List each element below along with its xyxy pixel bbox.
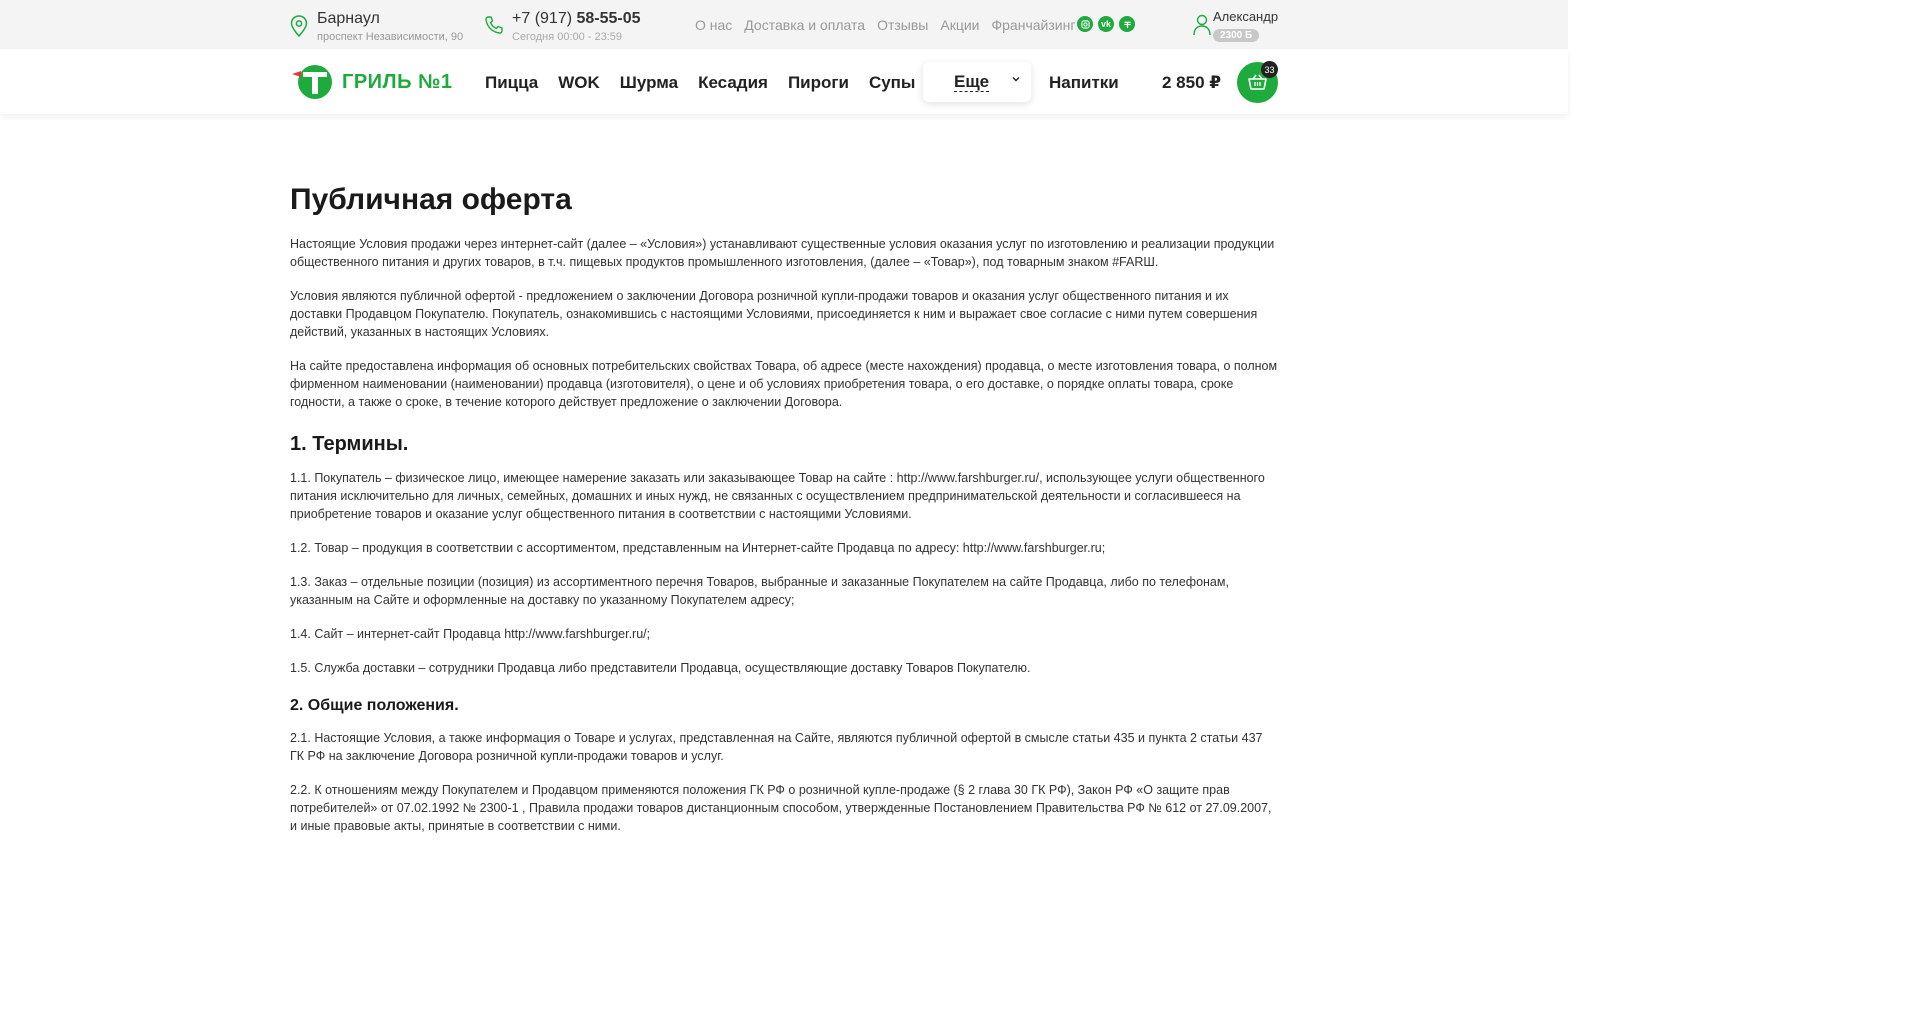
link-promotions[interactable]: Акции	[940, 17, 979, 33]
phone-number[interactable]: +7 (917) 58-55-05	[512, 10, 641, 28]
tiktok-icon[interactable]	[1119, 16, 1135, 32]
term-1-3: 1.3. Заказ – отдельные позиции (позиция)…	[290, 575, 1229, 607]
cart-count-badge: 33	[1261, 61, 1278, 78]
more-label: Еще	[954, 72, 990, 92]
link-franchise[interactable]: Франчайзинг	[992, 17, 1076, 33]
more-dropdown[interactable]: Еще	[923, 62, 1031, 102]
cart-button[interactable]: 33	[1237, 61, 1278, 103]
user-name: Александр	[1213, 9, 1279, 24]
clause-2-2: 2.2. К отношениям между Покупателем и Пр…	[290, 783, 1272, 833]
term-1-5: 1.5. Служба доставки – сотрудники Продав…	[290, 661, 1031, 675]
logo-text: ГРИЛЬ №1	[342, 70, 453, 93]
menu-item-wok[interactable]: WOK	[558, 73, 600, 93]
menu-item-drinks[interactable]: Напитки	[1049, 73, 1119, 93]
city-selector[interactable]: Барнаул проспект Независимости, 90	[290, 10, 463, 43]
social-links: vk	[1077, 16, 1135, 32]
menu-item-soups[interactable]: Супы	[869, 73, 916, 93]
phone-icon	[485, 16, 503, 34]
link-delivery[interactable]: Доставка и оплата	[744, 17, 865, 33]
menu-item-shawarma[interactable]: Шурма	[620, 73, 678, 93]
intro-paragraph-1: Настоящие Условия продажи через интернет…	[290, 237, 1275, 269]
term-1-2: 1.2. Товар – продукция в соответствии с …	[290, 541, 1106, 555]
term-1-1: 1.1. Покупатель – физическое лицо, имеющ…	[290, 471, 1265, 521]
chevron-down-icon	[1012, 77, 1020, 82]
bonus-badge: 2300 Б	[1213, 29, 1260, 42]
instagram-icon[interactable]	[1077, 16, 1093, 32]
top-bar: Барнаул проспект Независимости, 90 +7 (9…	[0, 0, 1568, 49]
intro-paragraph-2: Условия являются публичной офертой - пре…	[290, 289, 1258, 339]
city-name[interactable]: Барнаул	[317, 10, 463, 28]
vk-icon[interactable]: vk	[1098, 16, 1114, 32]
phone-main: 58-55-05	[576, 10, 641, 27]
phone-prefix: +7 (917)	[512, 10, 573, 27]
store-address: проспект Независимости, 90	[317, 31, 464, 43]
link-reviews[interactable]: Отзывы	[877, 17, 928, 33]
location-pin-icon	[290, 15, 308, 37]
menu-item-pies[interactable]: Пироги	[788, 73, 849, 93]
menu-item-pizza[interactable]: Пицца	[485, 73, 538, 93]
section-title-terms: 1. Термины.	[290, 433, 409, 455]
category-menu: Пицца WOK Шурма Кесадия Пироги Супы	[485, 73, 935, 93]
intro-paragraph-3: На сайте предоставлена информация об осн…	[290, 359, 1278, 409]
cart-total[interactable]: 2 850 ₽	[1162, 73, 1221, 93]
menu-item-quesadilla[interactable]: Кесадия	[698, 73, 768, 93]
link-about[interactable]: О нас	[695, 17, 732, 33]
user-icon	[1193, 14, 1211, 36]
offer-content: Публичная оферта Настоящие Условия прода…	[290, 180, 1278, 835]
main-nav-bar: ГРИЛЬ №1 Пицца WOK Шурма Кесадия Пироги …	[0, 49, 1568, 114]
phone-block[interactable]: +7 (917) 58-55-05 Сегодня 00:00 - 23:59	[484, 10, 641, 43]
logo[interactable]: ГРИЛЬ №1	[290, 63, 452, 101]
section-title-general: 2. Общие положения.	[290, 697, 459, 714]
top-nav: О нас Доставка и оплата Отзывы Акции Фра…	[695, 17, 1075, 33]
clause-2-1: 2.1. Настоящие Условия, а также информац…	[290, 731, 1263, 763]
term-1-4: 1.4. Сайт – интернет-сайт Продавца http:…	[290, 627, 651, 641]
logo-icon	[292, 65, 332, 99]
user-account[interactable]: Александр 2300 Б	[1192, 9, 1278, 43]
page-title: Публичная оферта	[290, 183, 572, 216]
working-hours: Сегодня 00:00 - 23:59	[512, 31, 623, 43]
